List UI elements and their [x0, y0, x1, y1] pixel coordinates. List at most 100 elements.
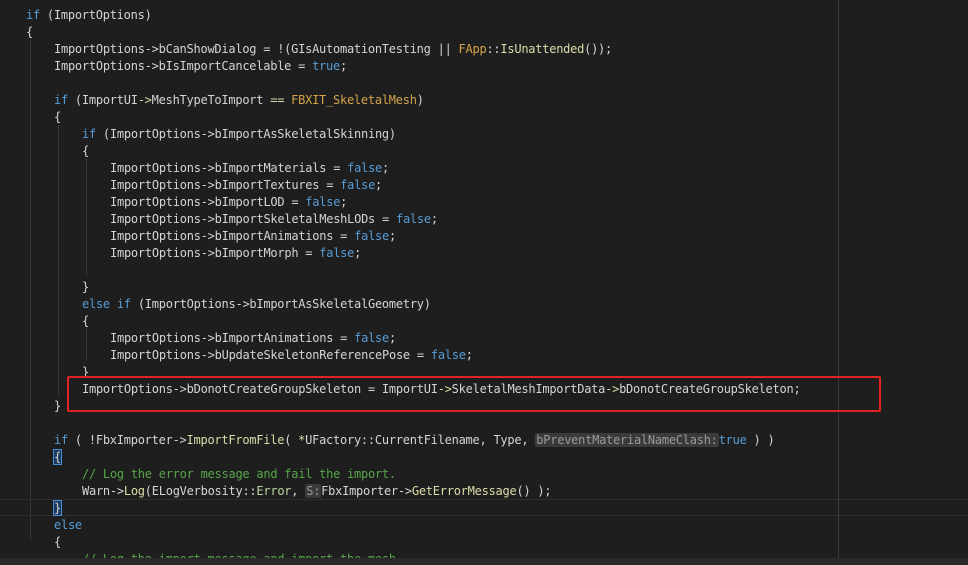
code-token: ): [416, 93, 424, 107]
code-token: (ELogVerbosity::: [144, 484, 257, 498]
code-line[interactable]: }: [54, 398, 61, 415]
code-token: false: [430, 348, 466, 362]
code-token: ;: [340, 195, 348, 209]
horizontal-scrollbar[interactable]: [0, 558, 968, 565]
code-token: false: [347, 161, 383, 175]
code-token: MeshTypeToImport: [151, 93, 264, 107]
code-token: true: [312, 59, 340, 73]
code-token: {: [82, 144, 89, 158]
code-token: ::: [360, 433, 375, 447]
code-token: (ImportOptions->bImportAsSkeletalSkinnin…: [95, 127, 396, 141]
code-token: GetErrorMessage: [411, 484, 517, 498]
code-token: }: [54, 399, 61, 413]
code-token: {: [53, 449, 62, 465]
code-line[interactable]: if ( !FbxImporter->ImportFromFile( *UFac…: [54, 432, 775, 449]
code-line[interactable]: }: [53, 500, 62, 517]
code-line[interactable]: ImportOptions->bImportAnimations = false…: [110, 228, 396, 245]
code-line[interactable]: ImportOptions->bIsImportCancelable = tru…: [54, 58, 347, 75]
code-token: ImportOptions->bImportMorph =: [110, 246, 320, 260]
code-token: FBXIT_SkeletalMesh: [291, 93, 417, 107]
code-token: ImportOptions->bImportMaterials =: [110, 161, 348, 175]
code-editor[interactable]: if (ImportOptions){ImportOptions->bCanSh…: [0, 0, 968, 565]
code-token: false: [340, 178, 376, 192]
code-line[interactable]: Warn->Log(ELogVerbosity::Error, S:FbxImp…: [82, 483, 552, 500]
code-token: {: [82, 314, 89, 328]
indent-guide: [86, 329, 87, 360]
code-line[interactable]: ImportOptions->bImportSkeletalMeshLODs =…: [110, 211, 438, 228]
code-token: if: [54, 433, 68, 447]
code-token: IsUnattended: [500, 42, 585, 56]
code-token: ) ): [746, 433, 775, 447]
code-line[interactable]: if (ImportUI->MeshTypeToImport == FBXIT_…: [54, 92, 424, 109]
code-token: ImportFromFile: [186, 433, 285, 447]
code-token: ;: [465, 348, 473, 362]
code-token: ;: [389, 331, 396, 345]
code-token: ;: [430, 212, 438, 226]
red-annotation-box: [67, 376, 881, 412]
code-token: else: [82, 297, 110, 311]
code-line[interactable]: {: [54, 109, 61, 126]
code-line[interactable]: {: [54, 534, 61, 551]
code-line[interactable]: ImportOptions->bImportMorph = false;: [110, 245, 361, 262]
code-token: {: [26, 25, 33, 39]
code-token: GIsAutomationTesting: [291, 42, 431, 56]
code-token: ());: [584, 42, 613, 56]
code-token: () );: [516, 484, 552, 498]
code-token: ImportOptions->bUpdateSkeletonReferenceP…: [110, 348, 431, 362]
inline-parameter-hint: bPreventMaterialNameClash:: [535, 433, 719, 447]
code-line[interactable]: ImportOptions->bImportLOD = false;: [110, 194, 347, 211]
code-line[interactable]: ImportOptions->bCanShowDialog = !(GIsAut…: [54, 41, 612, 58]
code-token: false: [354, 229, 389, 243]
code-token: }: [53, 500, 62, 516]
code-token: (ImportOptions): [39, 8, 152, 22]
code-token: ::: [486, 42, 501, 56]
code-line[interactable]: ImportOptions->bImportAnimations = false…: [110, 330, 396, 347]
code-token: ;: [375, 178, 383, 192]
code-token: Warn->: [82, 484, 124, 498]
code-token: if: [26, 8, 40, 22]
code-token: ImportOptions->bImportAnimations =: [110, 331, 355, 345]
column-ruler: [838, 0, 839, 565]
code-token: UFactory: [305, 433, 361, 447]
code-token: {: [54, 535, 61, 549]
code-line[interactable]: if (ImportOptions->bImportAsSkeletalSkin…: [82, 126, 396, 143]
code-token: (: [284, 433, 299, 447]
code-line[interactable]: if (ImportOptions): [26, 7, 152, 24]
code-token: ,: [291, 484, 306, 498]
code-token: false: [354, 331, 389, 345]
code-token: (ImportUI: [67, 93, 138, 107]
code-line[interactable]: else if (ImportOptions->bImportAsSkeleta…: [82, 296, 431, 313]
code-token: CurrentFilename: [374, 433, 480, 447]
code-token: ->: [137, 93, 152, 107]
code-line[interactable]: ImportOptions->bImportTextures = false;: [110, 177, 382, 194]
inline-parameter-hint: S:: [305, 484, 322, 498]
code-token: ;: [339, 59, 347, 73]
code-token: {: [54, 110, 61, 124]
code-token: ImportOptions->bImportSkeletalMeshLODs =: [110, 212, 396, 226]
code-token: Log: [123, 484, 145, 498]
code-line[interactable]: else: [54, 517, 82, 534]
code-token: ImportOptions->bIsImportCancelable =: [54, 59, 313, 73]
code-token: ImportOptions->bImportAnimations =: [110, 229, 355, 243]
code-token: ImportOptions->bImportTextures =: [110, 178, 341, 192]
indent-guide: [58, 125, 59, 396]
code-line[interactable]: {: [82, 143, 89, 160]
code-line[interactable]: {: [26, 24, 33, 41]
code-token: ( !FbxImporter->: [67, 433, 187, 447]
code-token: (ImportOptions->bImportAsSkeletalGeometr…: [130, 297, 431, 311]
code-token: , Type,: [479, 433, 536, 447]
code-line[interactable]: ImportOptions->bUpdateSkeletonReferenceP…: [110, 347, 473, 364]
code-token: ;: [382, 161, 389, 175]
code-line[interactable]: }: [82, 279, 89, 296]
code-token: else: [54, 518, 82, 532]
code-token: ImportOptions->bImportLOD =: [110, 195, 306, 209]
current-line-highlight: [0, 499, 968, 516]
code-line[interactable]: ImportOptions->bImportMaterials = false;: [110, 160, 389, 177]
code-token: false: [305, 195, 341, 209]
code-token: FbxImporter->: [321, 484, 412, 498]
code-line[interactable]: // Log the error message and fail the im…: [82, 466, 396, 483]
code-line[interactable]: {: [82, 313, 89, 330]
code-token: ImportOptions->bCanShowDialog = !(: [54, 42, 292, 56]
code-line[interactable]: {: [53, 449, 62, 466]
